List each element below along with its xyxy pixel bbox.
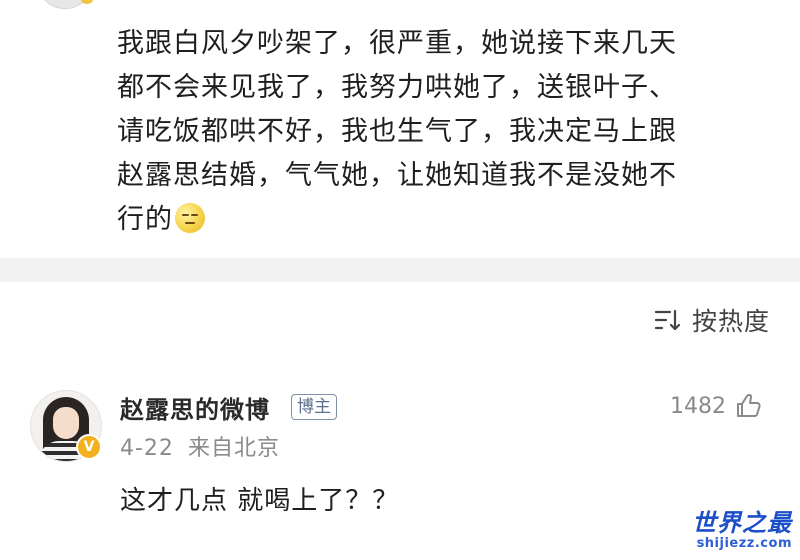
blogger-tag: 博主	[291, 394, 337, 420]
comment-author[interactable]: 赵露思的微博	[120, 390, 270, 425]
grimace-emoji-icon	[175, 203, 205, 233]
post-content: 我跟白风夕吵架了，很严重，她说接下来几天 都不会来见我了，我努力哄她了，送银叶子…	[117, 22, 757, 242]
comment-meta: 4-22 来自北京	[120, 430, 280, 462]
section-divider	[0, 258, 800, 282]
comment-location: 来自北京	[187, 436, 280, 461]
post-area: 我跟白风夕吵架了，很严重，她说接下来几天 都不会来见我了，我努力哄她了，送银叶子…	[0, 0, 800, 258]
sort-label: 按热度	[691, 307, 770, 336]
site-watermark: 世界之最 shijiezz.com	[692, 510, 792, 552]
comment-date: 4-22	[120, 436, 174, 461]
verified-v-icon: V	[76, 434, 102, 460]
sort-lines-icon	[654, 309, 681, 331]
comment-item: V 赵露思的微博 博主 4-22 来自北京 1482 这才几点 就喝上了？？	[0, 372, 800, 560]
like-count: 1482	[670, 393, 726, 419]
like-button[interactable]: 1482	[670, 392, 762, 420]
thumbs-up-icon	[737, 393, 761, 417]
post-text: 我跟白风夕吵架了，很严重，她说接下来几天 都不会来见我了，我努力哄她了，送银叶子…	[117, 28, 677, 235]
watermark-title: 世界之最	[692, 509, 792, 537]
watermark-url: shijiezz.com	[696, 536, 792, 551]
comment-text: 这才几点 就喝上了？？	[120, 486, 400, 516]
sort-control[interactable]: 按热度	[654, 300, 770, 340]
